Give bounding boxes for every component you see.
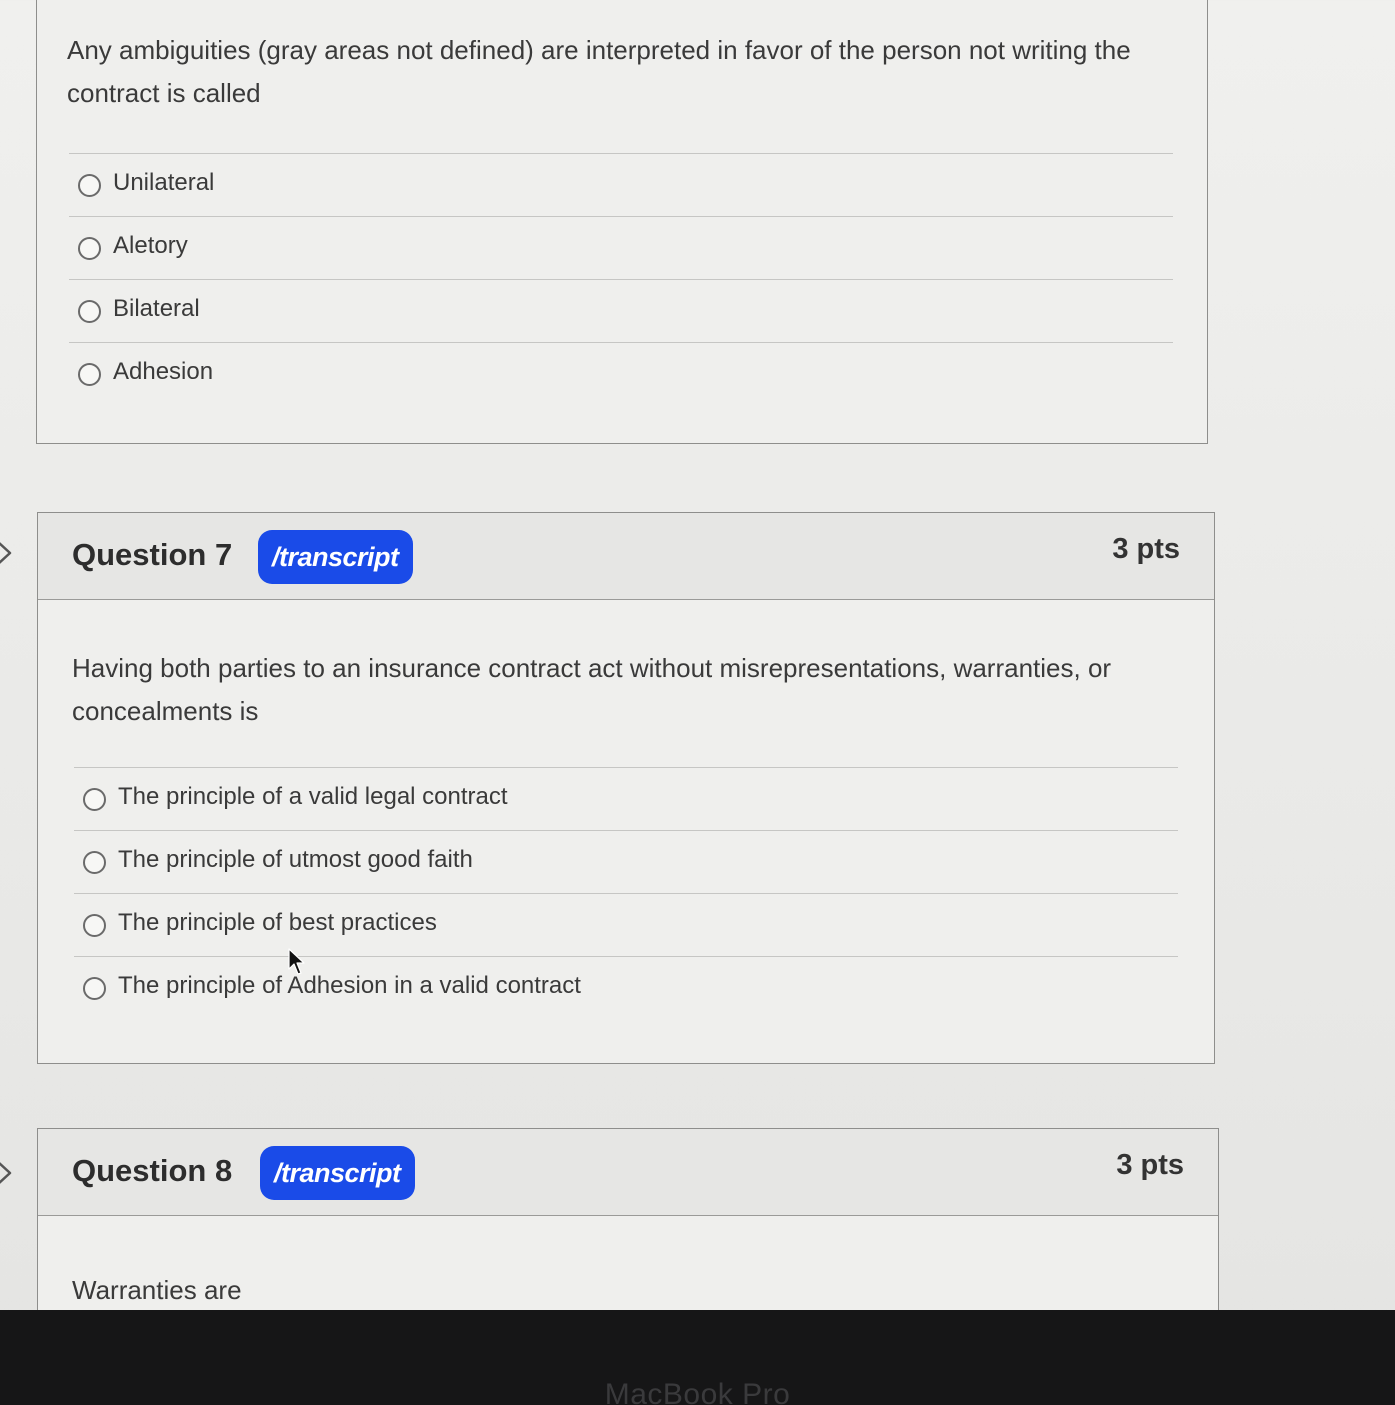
- chevron-right-icon[interactable]: [0, 538, 20, 568]
- radio-button[interactable]: [83, 851, 106, 874]
- radio-button[interactable]: [83, 914, 106, 937]
- question-title: Question 8: [72, 1153, 233, 1188]
- radio-button[interactable]: [83, 788, 106, 811]
- question-7-text: Having both parties to an insurance cont…: [72, 653, 1112, 726]
- answer-option[interactable]: Bilateral: [69, 280, 1173, 343]
- answer-label: The principle of Adhesion in a valid con…: [118, 972, 581, 999]
- question-6-answers: Unilateral Aletory Bilateral Adhesion: [69, 153, 1173, 406]
- laptop-model-label: MacBook Pro: [604, 1378, 791, 1405]
- answer-label: Aletory: [113, 232, 188, 259]
- radio-button[interactable]: [78, 363, 101, 386]
- question-8-text: Warranties are: [72, 1275, 242, 1305]
- mouse-cursor-icon: [288, 948, 305, 975]
- radio-button[interactable]: [78, 300, 101, 323]
- question-title: Question 7: [72, 537, 233, 572]
- quiz-page: Any ambiguities (gray areas not defined)…: [0, 0, 1395, 1310]
- radio-button[interactable]: [78, 237, 101, 260]
- laptop-bezel: MacBook Pro: [0, 1310, 1395, 1405]
- question-points: 3 pts: [1112, 533, 1180, 565]
- question-7-header: Question 7 /transcript 3 pts: [38, 513, 1214, 600]
- answer-option[interactable]: The principle of Adhesion in a valid con…: [74, 957, 1178, 1020]
- answer-option[interactable]: Aletory: [69, 217, 1173, 280]
- radio-button[interactable]: [83, 977, 106, 1000]
- question-8-card: Question 8 /transcript 3 pts Warranties …: [37, 1128, 1219, 1310]
- answer-label: The principle of a valid legal contract: [118, 783, 508, 810]
- answer-option[interactable]: The principle of utmost good faith: [74, 831, 1178, 894]
- answer-label: Adhesion: [113, 358, 214, 385]
- question-6-text: Any ambiguities (gray areas not defined)…: [67, 35, 1131, 108]
- answer-label: The principle of best practices: [118, 909, 437, 936]
- question-6-card: Any ambiguities (gray areas not defined)…: [36, 0, 1208, 444]
- radio-button[interactable]: [78, 174, 101, 197]
- answer-label: The principle of utmost good faith: [118, 846, 473, 873]
- answer-option[interactable]: Adhesion: [69, 343, 1173, 406]
- transcript-badge[interactable]: /transcript: [260, 1146, 415, 1200]
- answer-option[interactable]: Unilateral: [69, 154, 1173, 217]
- question-points: 3 pts: [1116, 1149, 1184, 1181]
- answer-label: Bilateral: [113, 295, 200, 322]
- question-7-card: Question 7 /transcript 3 pts Having both…: [37, 512, 1215, 1064]
- question-8-header: Question 8 /transcript 3 pts: [38, 1129, 1218, 1216]
- answer-label: Unilateral: [113, 169, 215, 196]
- transcript-badge[interactable]: /transcript: [258, 530, 413, 584]
- chevron-right-icon[interactable]: [0, 1158, 20, 1188]
- question-7-answers: The principle of a valid legal contract …: [74, 767, 1178, 1020]
- answer-option[interactable]: The principle of a valid legal contract: [74, 768, 1178, 831]
- answer-option[interactable]: The principle of best practices: [74, 894, 1178, 957]
